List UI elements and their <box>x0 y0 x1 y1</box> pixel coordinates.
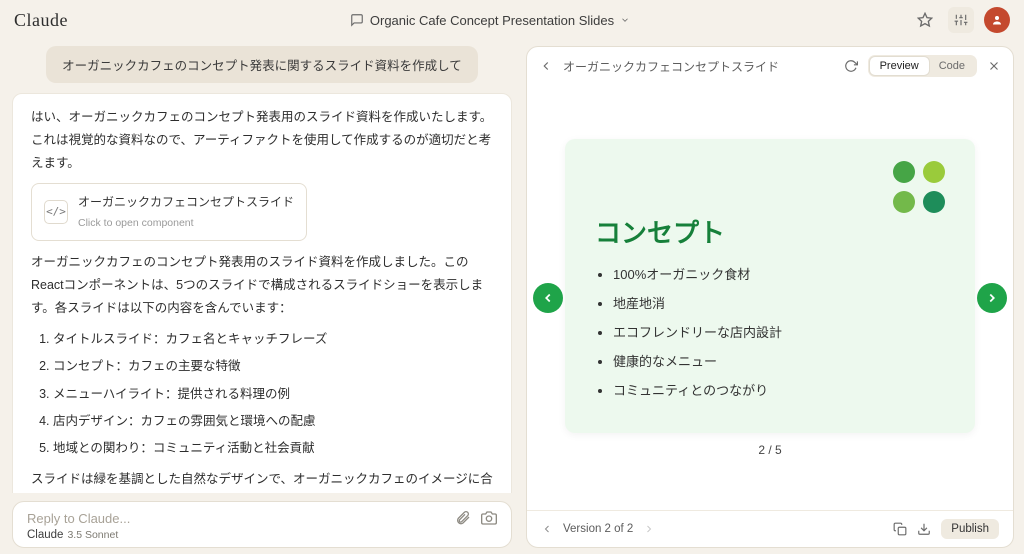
back-icon[interactable] <box>539 59 553 73</box>
slide: コンセプト 100%オーガニック食材 地産地消 エコフレンドリーな店内設計 健康… <box>565 139 975 433</box>
slide-counter: 2 / 5 <box>758 443 781 457</box>
project-title: Organic Cafe Concept Presentation Slides <box>370 13 614 28</box>
version-label: Version 2 of 2 <box>563 523 633 535</box>
panel-footer: Version 2 of 2 Publish <box>527 510 1013 547</box>
panel-title: オーガニックカフェコンセプトスライド <box>563 58 779 75</box>
version-prev-icon[interactable] <box>541 523 553 535</box>
logo: Claude <box>14 10 68 31</box>
download-icon[interactable] <box>917 522 931 536</box>
artifact-panel: オーガニックカフェコンセプトスライド Preview Code <box>526 46 1014 548</box>
composer-brand: Claude <box>27 529 63 541</box>
next-slide-button[interactable] <box>977 283 1007 313</box>
topbar-actions <box>912 7 1010 33</box>
close-icon[interactable] <box>987 59 1001 73</box>
slide-bullet: 地産地消 <box>613 293 945 312</box>
slide-heading: コンセプト <box>595 213 945 250</box>
chat-icon <box>350 13 364 27</box>
slide-bullet: エコフレンドリーな店内設計 <box>613 322 945 341</box>
assistant-body-1: オーガニックカフェのコンセプト発表用のスライド資料を作成しました。このReact… <box>31 251 493 320</box>
slide-bullets: 100%オーガニック食材 地産地消 エコフレンドリーな店内設計 健康的なメニュー… <box>613 264 945 399</box>
assistant-list: タイトルスライド：カフェ名とキャッチフレーズ コンセプト：カフェの主要な特徴 メ… <box>53 328 493 460</box>
prev-slide-button[interactable] <box>533 283 563 313</box>
artifact-subtitle: Click to open component <box>78 214 294 233</box>
project-title-wrap[interactable]: Organic Cafe Concept Presentation Slides <box>68 13 912 28</box>
panel-header: オーガニックカフェコンセプトスライド Preview Code <box>527 47 1013 85</box>
artifact-card[interactable]: </> オーガニックカフェコンセプトスライド Click to open com… <box>31 183 307 241</box>
list-item: タイトルスライド：カフェ名とキャッチフレーズ <box>53 328 493 351</box>
chat-column: オーガニックカフェのコンセプト発表に関するスライド資料を作成して はい、オーガニ… <box>0 40 524 554</box>
copy-icon[interactable] <box>893 522 907 536</box>
artifact-title: オーガニックカフェコンセプトスライド <box>78 191 294 213</box>
list-item: コンセプト：カフェの主要な特徴 <box>53 355 493 378</box>
slide-bullet: 100%オーガニック食材 <box>613 264 945 283</box>
slide-bullet: コミュニティとのつながり <box>613 380 945 399</box>
publish-button[interactable]: Publish <box>941 519 999 539</box>
top-bar: Claude Organic Cafe Concept Presentation… <box>0 0 1024 40</box>
assistant-intro: はい、オーガニックカフェのコンセプト発表用のスライド資料を作成いたします。これは… <box>31 106 493 175</box>
slide-bullet: 健康的なメニュー <box>613 351 945 370</box>
composer-model: 3.5 Sonnet <box>67 529 118 541</box>
panel-body: コンセプト 100%オーガニック食材 地産地消 エコフレンドリーな店内設計 健康… <box>527 85 1013 510</box>
user-bubble: オーガニックカフェのコンセプト発表に関するスライド資料を作成して <box>46 46 478 83</box>
list-item: 店内デザイン：カフェの雰囲気と環境への配慮 <box>53 410 493 433</box>
star-button[interactable] <box>912 7 938 33</box>
assistant-message: はい、オーガニックカフェのコンセプト発表用のスライド資料を作成いたします。これは… <box>12 93 512 493</box>
sliders-button[interactable] <box>948 7 974 33</box>
avatar[interactable] <box>984 7 1010 33</box>
preview-code-toggle[interactable]: Preview Code <box>868 55 977 77</box>
code-icon: </> <box>44 200 68 224</box>
list-item: メニューハイライト：提供される料理の例 <box>53 383 493 406</box>
main: オーガニックカフェのコンセプト発表に関するスライド資料を作成して はい、オーガニ… <box>0 40 1024 554</box>
chevron-down-icon <box>620 15 630 25</box>
composer[interactable]: Reply to Claude... Claude 3.5 Sonnet <box>12 501 512 548</box>
camera-icon[interactable] <box>481 510 497 526</box>
tab-code[interactable]: Code <box>929 57 975 75</box>
tab-preview[interactable]: Preview <box>870 57 929 75</box>
refresh-icon[interactable] <box>844 59 858 73</box>
attachment-icon[interactable] <box>455 510 471 526</box>
user-message: オーガニックカフェのコンセプト発表に関するスライド資料を作成して <box>12 46 512 83</box>
composer-input[interactable]: Reply to Claude... <box>27 511 130 526</box>
assistant-body-2: スライドは緑を基調とした自然なデザインで、オーガニックカフェのイメージに合わせて… <box>31 468 493 493</box>
slide-decor-dots <box>595 161 945 213</box>
version-next-icon[interactable] <box>643 523 655 535</box>
artifact-column: オーガニックカフェコンセプトスライド Preview Code <box>524 40 1024 554</box>
list-item: 地域との関わり：コミュニティ活動と社会貢献 <box>53 437 493 460</box>
